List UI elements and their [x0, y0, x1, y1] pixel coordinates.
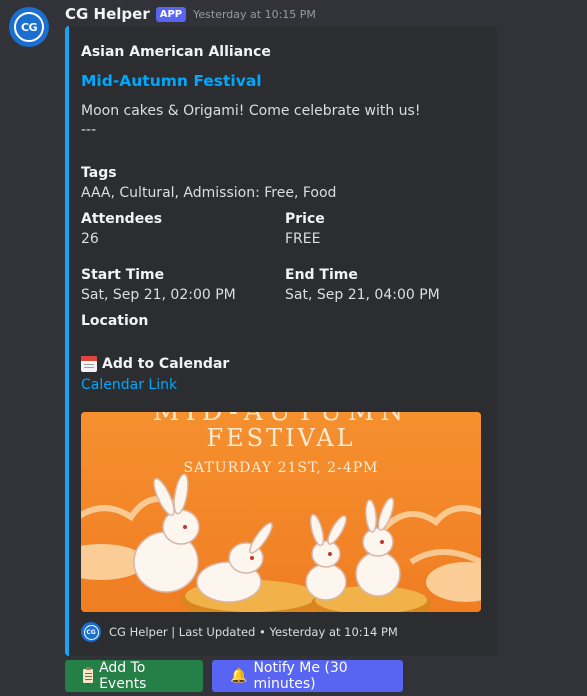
app-badge: APP [155, 6, 187, 22]
footer-text: CG Helper | Last Updated • Yesterday at … [109, 625, 398, 639]
message-timestamp: Yesterday at 10:15 PM [193, 7, 316, 21]
field-name: Price [285, 211, 325, 227]
calendar-icon [81, 356, 97, 372]
field-value [81, 331, 148, 351]
field-value: AAA, Cultural, Admission: Free, Food [81, 185, 337, 201]
action-buttons: Add To Events 🔔 Notify Me (30 minutes) [65, 660, 403, 692]
embed-author: Asian American Alliance [81, 44, 271, 60]
field-name: End Time [285, 267, 358, 283]
username[interactable]: CG Helper [65, 5, 150, 23]
field-start-time: Start Time Sat, Sep 21, 02:00 PM [81, 265, 236, 305]
description-line: Moon cakes & Origami! Come celebrate wit… [81, 103, 421, 119]
clipboard-icon [83, 667, 94, 683]
button-label: Notify Me (30 minutes) [253, 660, 348, 692]
button-label: Add To Events [99, 660, 147, 692]
field-attendees: Attendees 26 [81, 209, 162, 249]
bot-avatar[interactable]: CG [9, 7, 49, 47]
bell-icon: 🔔 [230, 668, 248, 684]
footer-avatar-initials: CG [83, 624, 99, 640]
message-header: CG Helper APP Yesterday at 10:15 PM [65, 4, 316, 24]
embed-footer: CG CG Helper | Last Updated • Yesterday … [81, 622, 398, 642]
field-price: Price FREE [285, 209, 325, 249]
add-to-calendar-heading: Add to Calendar [81, 356, 229, 372]
chat-message: CG CG Helper APP Yesterday at 10:15 PM A… [0, 0, 587, 696]
field-value: Sat, Sep 21, 04:00 PM [285, 287, 440, 303]
field-tags: Tags AAA, Cultural, Admission: Free, Foo… [81, 163, 336, 203]
banner-subheading: SATURDAY 21ST, 2-4PM [184, 460, 379, 476]
embed-description: Moon cakes & Origami! Come celebrate wit… [81, 102, 420, 140]
banner-heading: FESTIVAL [206, 424, 355, 452]
event-banner-image[interactable]: MID-AUTUMN FESTIVAL SATURDAY 21ST, 2-4PM [81, 412, 481, 612]
avatar-initials: CG [14, 12, 44, 42]
calendar-title: Add to Calendar [102, 356, 230, 372]
field-name: Location [81, 313, 149, 329]
event-embed: Asian American Alliance Mid-Autumn Festi… [65, 26, 497, 656]
field-value: FREE [285, 231, 321, 247]
field-end-time: End Time Sat, Sep 21, 04:00 PM [285, 265, 440, 305]
field-location: Location [81, 311, 148, 351]
field-name: Start Time [81, 267, 165, 283]
field-name: Attendees [81, 211, 163, 227]
calendar-link[interactable]: Calendar Link [81, 377, 177, 393]
add-to-events-button[interactable]: Add To Events [65, 660, 203, 692]
field-value: Sat, Sep 21, 02:00 PM [81, 287, 236, 303]
festival-illustration: MID-AUTUMN FESTIVAL SATURDAY 21ST, 2-4PM [81, 412, 481, 612]
embed-title[interactable]: Mid-Autumn Festival [81, 72, 262, 90]
notify-me-button[interactable]: 🔔 Notify Me (30 minutes) [212, 660, 403, 692]
field-value: 26 [81, 231, 99, 247]
description-separator: --- [81, 122, 97, 138]
footer-avatar: CG [81, 622, 101, 642]
field-name: Tags [81, 165, 117, 181]
